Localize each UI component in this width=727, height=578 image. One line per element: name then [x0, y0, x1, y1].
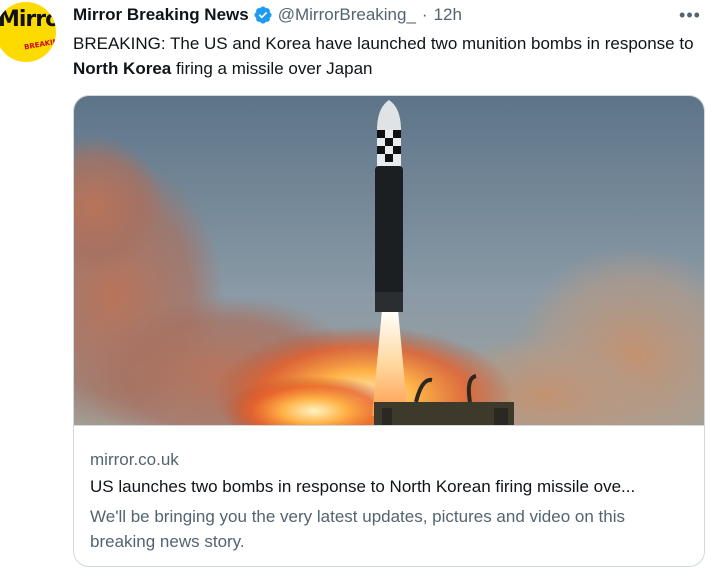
avatar[interactable]: Mirror BREAKING — [0, 2, 56, 62]
more-horizontal-icon[interactable]: ••• — [675, 4, 705, 26]
avatar-sub-text: BREAKING — [23, 36, 56, 52]
tweet-text-prefix: BREAKING: The US and Korea have launched… — [73, 34, 694, 53]
author-handle[interactable]: @MirrorBreaking_ — [278, 5, 416, 25]
card-domain: mirror.co.uk — [90, 450, 179, 469]
tweet-text-highlight: North Korea — [73, 59, 172, 78]
card-image[interactable] — [74, 96, 704, 426]
tweet-header: Mirror Breaking News @MirrorBreaking_ · … — [73, 4, 462, 26]
card-description: We'll be bringing you the very latest up… — [90, 507, 625, 551]
avatar-logo-text: Mirror — [0, 7, 56, 32]
card-title[interactable]: US launches two bombs in response to Nor… — [90, 477, 690, 497]
missile-launch-image — [74, 96, 704, 425]
tweet-text: BREAKING: The US and Korea have launched… — [73, 31, 703, 81]
separator-dot: · — [421, 5, 428, 24]
verified-badge-icon — [253, 5, 273, 25]
tweet-text-suffix: firing a missile over Japan — [171, 59, 373, 78]
link-card[interactable]: mirror.co.uk US launches two bombs in re… — [73, 95, 705, 567]
tweet-timestamp[interactable]: 12h — [434, 5, 462, 25]
missile-checker — [377, 130, 401, 166]
author-name[interactable]: Mirror Breaking News — [73, 5, 249, 25]
tweet: Mirror BREAKING Mirror Breaking News @Mi… — [0, 0, 727, 578]
